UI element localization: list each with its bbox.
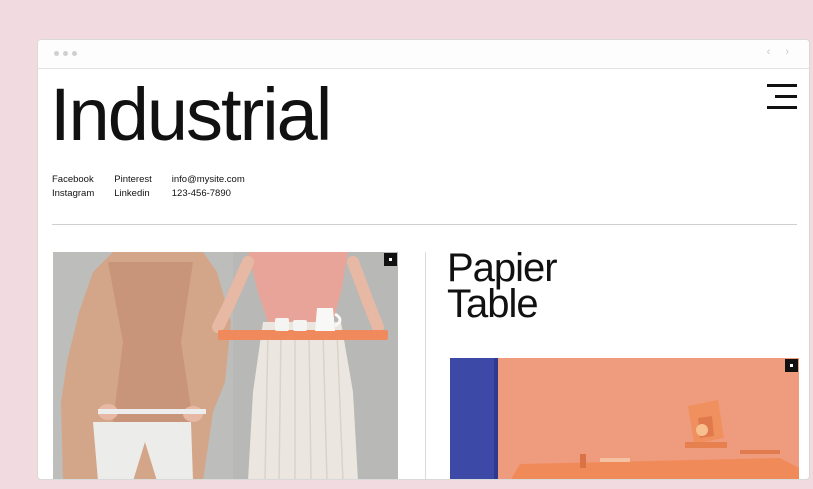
window-controls <box>54 51 77 56</box>
square-badge-icon[interactable] <box>384 253 397 266</box>
window-dot-icon[interactable] <box>54 51 59 56</box>
square-badge-icon[interactable] <box>785 359 798 372</box>
browser-titlebar: ‹ › <box>38 40 809 69</box>
phone-link[interactable]: 123-456-7890 <box>172 188 245 200</box>
header-divider <box>52 224 797 225</box>
product-title-line2: Table <box>447 282 539 326</box>
product-photo-table[interactable] <box>450 358 799 479</box>
column-divider <box>425 252 426 479</box>
pinterest-link[interactable]: Pinterest <box>114 174 152 186</box>
window-dot-icon[interactable] <box>63 51 68 56</box>
linkedin-link[interactable]: Linkedin <box>114 188 152 200</box>
browser-nav-arrows-icon[interactable]: ‹ › <box>767 46 795 58</box>
site-title: Industrial <box>50 73 332 156</box>
product-photo-tray[interactable] <box>53 252 398 479</box>
tray-photo-illustration <box>53 252 398 479</box>
facebook-link[interactable]: Facebook <box>52 174 94 186</box>
window-dot-icon[interactable] <box>72 51 77 56</box>
browser-window: ‹ › Industrial Facebook Pinterest info@m… <box>37 39 810 480</box>
table-photo-illustration <box>450 358 799 479</box>
product-title-line1: Papier <box>447 246 558 290</box>
product-title: Papier Table <box>447 246 558 326</box>
hamburger-menu-icon[interactable] <box>767 84 797 110</box>
email-link[interactable]: info@mysite.com <box>172 174 245 186</box>
contact-links: Facebook Pinterest info@mysite.com Insta… <box>52 174 245 200</box>
instagram-link[interactable]: Instagram <box>52 188 94 200</box>
